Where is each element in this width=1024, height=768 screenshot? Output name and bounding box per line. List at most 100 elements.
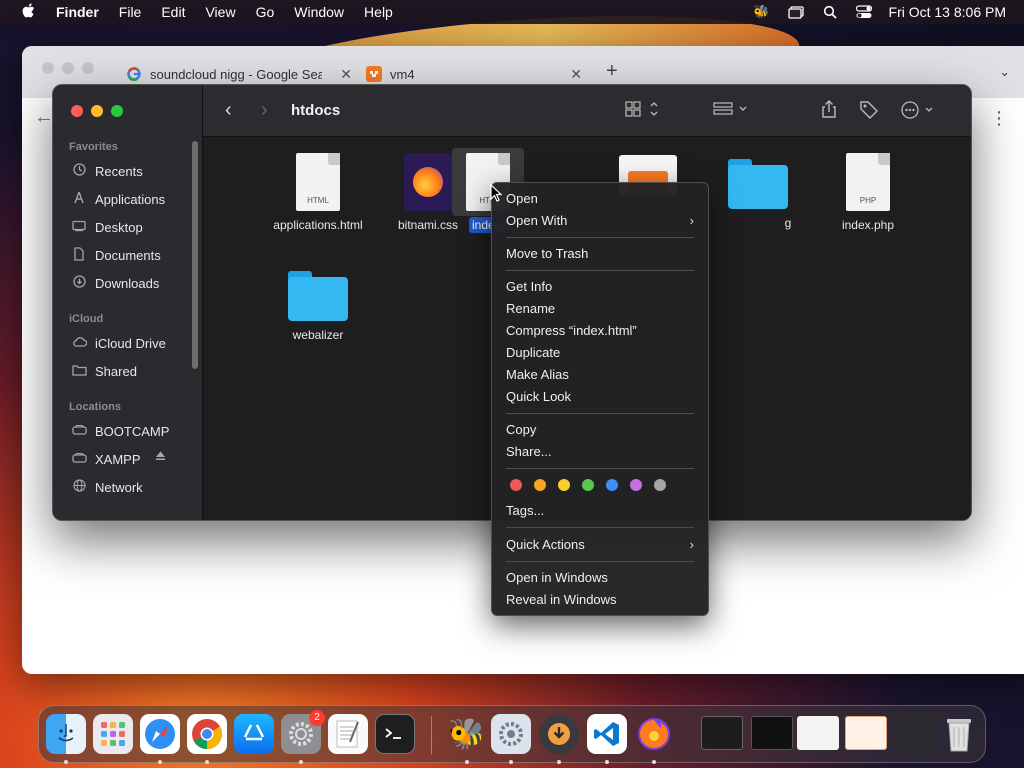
close-window-button[interactable] [71,105,83,117]
menu-item-open[interactable]: Open [506,189,696,209]
menu-item-make-alias[interactable]: Make Alias [506,365,696,385]
sidebar-item-desktop[interactable]: Desktop [71,216,143,238]
folder-img[interactable]: g [698,153,818,232]
sidebar-item-icloud-drive[interactable]: iCloud Drive [71,332,166,354]
menu-item-open-with[interactable]: Open With › [506,211,696,231]
sidebar-scrollbar[interactable] [192,141,198,369]
file-index-php[interactable]: PHP index.php [808,153,928,234]
control-center-icon[interactable] [855,5,873,19]
terminal-icon[interactable] [375,714,415,754]
zoom-window-button[interactable] [111,105,123,117]
document-thumb[interactable] [797,716,839,750]
menu-item-tags[interactable]: Tags... [506,501,696,521]
mouse-cursor [490,183,503,207]
tag-icon[interactable] [859,100,879,124]
menu-file[interactable]: File [119,4,142,20]
vscode-window-thumb[interactable] [893,716,935,750]
more-actions-icon[interactable] [901,101,937,123]
menu-item-rename[interactable]: Rename [506,299,696,319]
running-indicator [158,760,162,764]
apple-menu-icon[interactable] [16,2,40,22]
menu-item-compress[interactable]: Compress “index.html” [506,321,696,341]
close-tab-icon[interactable]: ✕ [570,66,582,83]
menu-item-quick-look[interactable]: Quick Look [506,387,696,407]
sidebar-item-network[interactable]: Network [71,476,143,498]
terminal-window-thumb[interactable] [701,716,743,750]
tag-green-dot[interactable] [582,479,594,491]
sidebar-item-label: Recents [95,163,143,179]
menu-item-get-info[interactable]: Get Info [506,277,696,297]
chrome-close-dot[interactable] [42,62,54,74]
chrome-icon[interactable] [187,714,227,754]
menu-window[interactable]: Window [294,4,344,20]
back-button[interactable]: ‹ [225,99,232,122]
launchpad-icon[interactable] [93,714,133,754]
menu-item-reveal-in-windows[interactable]: Reveal in Windows [506,590,696,610]
firefox-icon[interactable] [634,714,674,754]
folder-webalizer[interactable]: webalizer [258,265,378,344]
menu-item-move-to-trash[interactable]: Move to Trash [506,244,696,264]
textedit-icon[interactable] [328,714,368,754]
bee-icon[interactable]: 🐝 [753,4,771,19]
terminal-window-thumb-2[interactable] [751,716,793,750]
tag-yellow-dot[interactable] [558,479,570,491]
eject-icon[interactable] [155,451,166,464]
share-icon[interactable] [821,99,837,123]
trash-icon[interactable] [939,714,979,754]
menu-item-label: Quick Actions [506,537,585,552]
running-indicator [557,760,561,764]
view-grid-icon[interactable] [625,101,659,121]
chrome-zoom-dot[interactable] [82,62,94,74]
sidebar-item-xampp[interactable]: XAMPP [71,448,141,470]
new-tab-button[interactable]: + [606,60,618,83]
tag-orange-dot[interactable] [534,479,546,491]
sidebar-item-documents[interactable]: Documents [71,244,161,266]
menubar-clock[interactable]: Fri Oct 13 8:06 PM [889,4,1006,20]
vscode-icon[interactable] [587,714,627,754]
safari-icon[interactable] [140,714,180,754]
sidebar-item-label: Downloads [95,275,160,291]
finder-icon[interactable] [46,714,86,754]
close-tab-icon[interactable]: ✕ [340,66,352,83]
menu-item-copy[interactable]: Copy [506,420,696,440]
menu-help[interactable]: Help [364,4,393,20]
file-applications-html[interactable]: HTML applications.html [258,153,378,234]
screen-mirror-icon[interactable] [787,5,805,19]
menu-item-duplicate[interactable]: Duplicate [506,343,696,363]
menu-finder[interactable]: Finder [56,4,99,20]
menu-edit[interactable]: Edit [161,4,185,20]
sidebar-item-downloads[interactable]: Downloads [71,272,159,294]
sidebar-item-shared[interactable]: Shared [71,360,137,382]
sidebar-item-recents[interactable]: Recents [71,160,143,182]
utility-icon[interactable] [491,714,531,754]
minimize-window-button[interactable] [91,105,103,117]
menu-item-quick-actions[interactable]: Quick Actions › [506,535,696,555]
tag-red-dot[interactable] [510,479,522,491]
group-by-icon[interactable] [713,101,749,121]
sidebar-item-bootcamp[interactable]: BOOTCAMP [71,420,169,442]
xampp-thumb[interactable] [845,716,887,750]
tab-search-chevron-icon[interactable]: ⌄ [999,64,1010,80]
menu-go[interactable]: Go [256,4,275,20]
file-name: g [784,216,792,230]
tag-gray-dot[interactable] [654,479,666,491]
sidebar-item-label: Desktop [95,219,143,235]
tag-blue-dot[interactable] [606,479,618,491]
back-arrow-icon[interactable]: ← [34,106,54,129]
bee-app-icon[interactable]: 🐝 [447,714,487,754]
app-store-icon[interactable] [234,714,274,754]
forward-button[interactable]: › [261,99,268,122]
menu-view[interactable]: View [205,4,235,20]
clock-icon [71,163,87,179]
sidebar-item-applications[interactable]: Applications [71,188,165,210]
sidebar-item-label: BOOTCAMP [95,423,170,439]
tag-purple-dot[interactable] [630,479,642,491]
chrome-minimize-dot[interactable] [62,62,74,74]
sidebar-section-favorites: Favorites [69,141,118,153]
downloader-icon[interactable] [539,714,579,754]
menu-item-open-in-windows[interactable]: Open in Windows [506,568,696,588]
system-settings-icon[interactable]: 2 [281,710,325,754]
menu-item-share[interactable]: Share... [506,442,696,462]
more-options-icon[interactable]: ⋮ [990,108,1008,129]
spotlight-icon[interactable] [821,5,839,19]
